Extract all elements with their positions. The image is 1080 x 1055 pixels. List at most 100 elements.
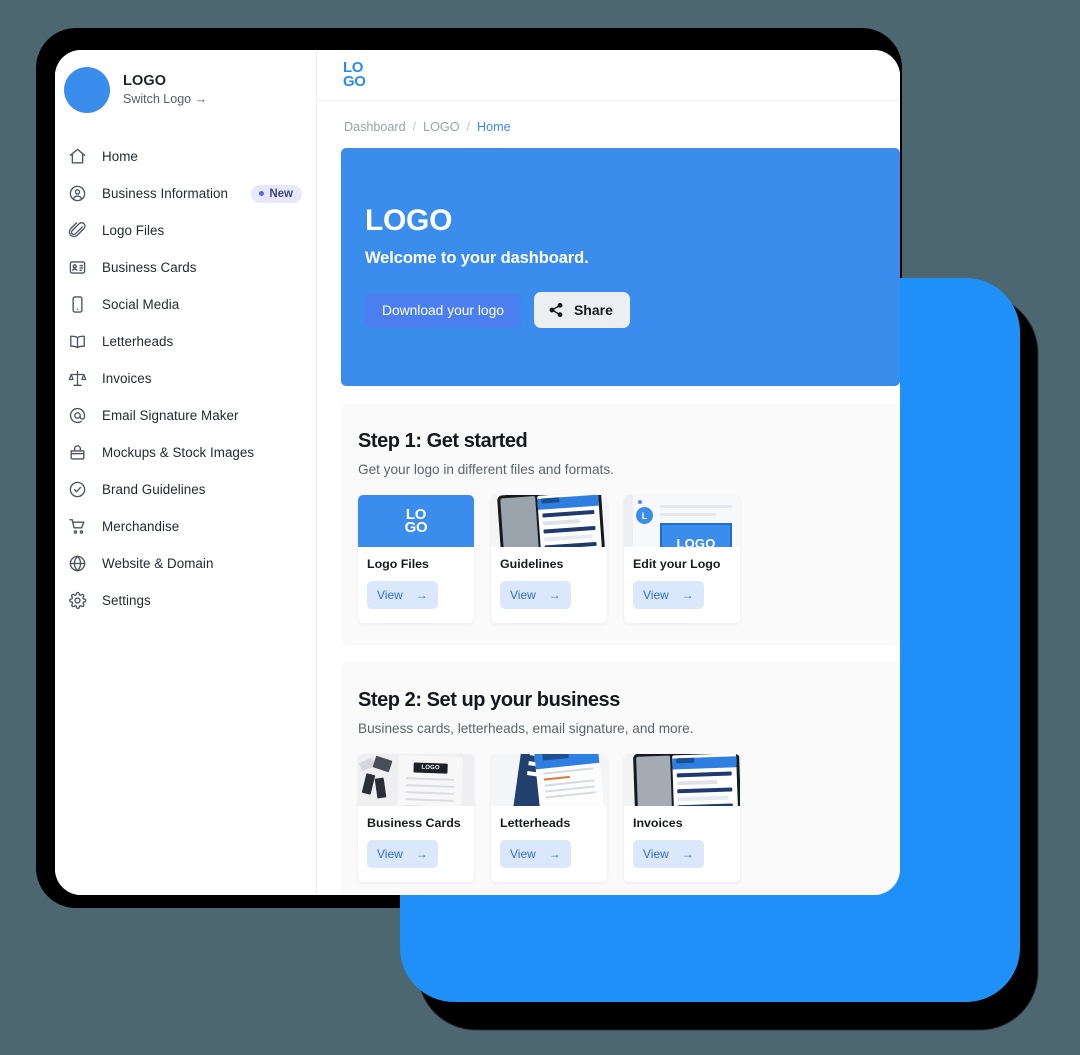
step-subtitle: Business cards, letterheads, email signa… (358, 721, 694, 736)
home-icon (66, 146, 88, 168)
step-title: Step 1: Get started (358, 430, 528, 452)
at-sign-icon (66, 405, 88, 427)
hero-actions: Download your logo Share (365, 292, 900, 328)
card-business-cards[interactable]: LOGO Business Cards View → (358, 754, 474, 882)
sidebar: LOGO Switch Logo → Home Business Informa… (55, 50, 317, 895)
sidebar-item-label: Merchandise (102, 519, 180, 534)
hero-subtitle: Welcome to your dashboard. (365, 249, 589, 267)
card-title: Business Cards (367, 816, 461, 830)
main-content: LO GO Dashboard / LOGO / Home LOGO Welco… (317, 50, 900, 895)
phone-icon (66, 294, 88, 316)
globe-icon (66, 553, 88, 575)
sidebar-item-business-cards[interactable]: Business Cards (55, 249, 316, 286)
sidebar-item-mockups-stock-images[interactable]: Mockups & Stock Images (55, 434, 316, 471)
card-title: Letterheads (500, 816, 571, 830)
app-window: LOGO Switch Logo → Home Business Informa… (55, 50, 900, 895)
sidebar-item-website-domain[interactable]: Website & Domain (55, 545, 316, 582)
card-title: Invoices (633, 816, 683, 830)
card-edit-your-logo[interactable]: L LOGO Edit your Logo View → (624, 495, 740, 623)
shopping-cart-icon (66, 516, 88, 538)
card-guidelines[interactable]: Guidelines View → (491, 495, 607, 623)
card-grid: LO GO Logo Files View → Guidelines View … (358, 495, 900, 623)
breadcrumb-item-logo[interactable]: LOGO (423, 120, 459, 134)
view-button[interactable]: View → (367, 840, 438, 868)
sidebar-item-label: Letterheads (102, 334, 174, 349)
sidebar-item-label: Website & Domain (102, 556, 214, 571)
card-invoices[interactable]: Invoices View → (624, 754, 740, 882)
sidebar-item-label: Social Media (102, 297, 180, 312)
view-button[interactable]: View → (633, 581, 704, 609)
card-title: Edit your Logo (633, 557, 721, 571)
id-card-icon (66, 257, 88, 279)
invoices-thumbnail (624, 754, 740, 806)
view-button[interactable]: View → (500, 840, 571, 868)
sidebar-item-label: Business Cards (102, 260, 197, 275)
tablet-guidelines-thumbnail (491, 495, 607, 547)
sidebar-item-social-media[interactable]: Social Media (55, 286, 316, 323)
sidebar-item-settings[interactable]: Settings (55, 582, 316, 619)
logo-tile-thumbnail: LO GO (358, 495, 474, 547)
sidebar-item-label: Brand Guidelines (102, 482, 206, 497)
book-icon (66, 331, 88, 353)
letterheads-thumbnail (491, 754, 607, 806)
sidebar-item-business-information[interactable]: Business Information New (55, 175, 316, 212)
badge-label: New (269, 187, 293, 200)
card-logo-files[interactable]: LO GO Logo Files View → (358, 495, 474, 623)
thumb-logo-line2: GO (404, 519, 428, 536)
sidebar-item-label: Home (102, 149, 138, 164)
card-letterheads[interactable]: Letterheads View → (491, 754, 607, 882)
app-logo-line2: GO (343, 73, 366, 90)
bag-icon (66, 442, 88, 464)
page-title: LOGO (365, 204, 453, 237)
composition-stage: LOGO Switch Logo → Home Business Informa… (0, 0, 1080, 1055)
breadcrumb-separator: / (466, 120, 471, 134)
download-logo-button[interactable]: Download your logo (365, 292, 521, 328)
switch-logo-link[interactable]: Switch Logo → (123, 92, 207, 107)
editor-logo-text: LOGO (676, 535, 716, 548)
arrow-right-icon: → (548, 847, 561, 861)
sidebar-item-label: Email Signature Maker (102, 408, 239, 423)
view-button[interactable]: View → (633, 840, 704, 868)
share-button[interactable]: Share (533, 292, 630, 328)
paperclip-icon (66, 220, 88, 242)
breadcrumb-item-dashboard[interactable]: Dashboard (344, 120, 406, 134)
app-logo[interactable]: LO GO (343, 60, 366, 90)
arrow-right-icon: → (681, 847, 694, 861)
arrow-right-icon: → (415, 588, 428, 602)
share-button-label: Share (573, 302, 613, 318)
sidebar-item-label: Settings (102, 593, 151, 608)
sidebar-item-label: Business Information (102, 186, 229, 201)
step-section-2: Step 2: Set up your business Business ca… (341, 663, 900, 895)
brand-switcher[interactable]: LOGO Switch Logo → (55, 50, 316, 132)
breadcrumb-separator: / (412, 120, 417, 134)
sidebar-item-email-signature-maker[interactable]: Email Signature Maker (55, 397, 316, 434)
sidebar-item-home[interactable]: Home (55, 138, 316, 175)
user-circle-icon (66, 183, 88, 205)
thumb-card-logo: LOGO (413, 762, 448, 774)
sidebar-item-merchandise[interactable]: Merchandise (55, 508, 316, 545)
scales-icon (66, 368, 88, 390)
sidebar-item-invoices[interactable]: Invoices (55, 360, 316, 397)
sidebar-item-label: Invoices (102, 371, 152, 386)
brand-title: LOGO (123, 72, 167, 89)
sidebar-item-brand-guidelines[interactable]: Brand Guidelines (55, 471, 316, 508)
card-title: Guidelines (500, 557, 564, 571)
hero-banner: LOGO Welcome to your dashboard. Download… (341, 148, 900, 386)
avatar (64, 67, 110, 113)
sidebar-nav: Home Business Information New Logo Files… (55, 132, 316, 619)
sidebar-item-label: Mockups & Stock Images (102, 445, 255, 460)
view-button-label: View (377, 588, 403, 602)
step-section-1: Step 1: Get started Get your logo in dif… (341, 404, 900, 645)
breadcrumb-item-home[interactable]: Home (477, 120, 511, 134)
view-button-label: View (510, 588, 536, 602)
status-badge: New (251, 184, 302, 203)
view-button[interactable]: View → (500, 581, 571, 609)
view-button[interactable]: View → (367, 581, 438, 609)
card-grid: LOGO Business Cards View → Letterheads V… (358, 754, 900, 882)
sidebar-item-letterheads[interactable]: Letterheads (55, 323, 316, 360)
share-icon (549, 302, 563, 318)
sidebar-item-logo-files[interactable]: Logo Files (55, 212, 316, 249)
view-button-label: View (643, 847, 669, 861)
page-body: LOGO Welcome to your dashboard. Download… (317, 148, 900, 895)
card-title: Logo Files (367, 557, 429, 571)
